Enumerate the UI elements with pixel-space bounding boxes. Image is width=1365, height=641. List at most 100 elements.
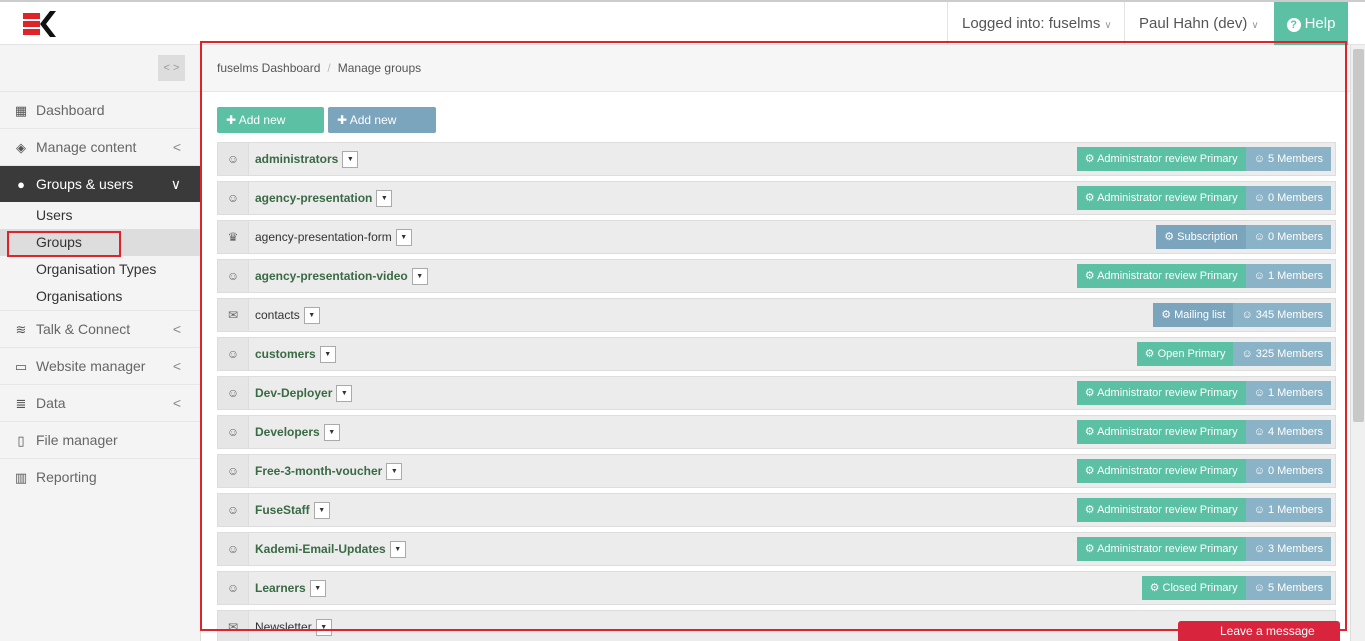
sidebar-item-website-manager[interactable]: ▭ Website manager < [0, 347, 201, 384]
group-type-badge[interactable]: ⚙ Administrator review Primary [1076, 420, 1246, 444]
group-name-link[interactable]: agency-presentation ▼ [255, 182, 393, 214]
user-dropdown[interactable]: Paul Hahn (dev) ∨ [1124, 2, 1273, 45]
group-row[interactable]: ☺ administrators ▼ ⚙ Administrator review P… [217, 142, 1336, 176]
account-dropdown[interactable]: Logged into: fuselms ∨ [947, 2, 1126, 45]
help-label: Help [1304, 15, 1336, 32]
group-members-badge[interactable]: ☺ 0 Members [1245, 186, 1331, 210]
group-type-badge[interactable]: ⚙ Administrator review Primary [1076, 381, 1246, 405]
group-name: agency-presentation [255, 191, 373, 205]
group-row[interactable]: ☺ Dev-Deployer ▼ ⚙ Administrator review Pri… [217, 376, 1336, 410]
breadcrumb-home-link[interactable]: fuselms Dashboard [217, 61, 320, 75]
group-members-badge[interactable]: ☺ 1 Members [1245, 381, 1331, 405]
group-badges: ⚙ Administrator review Primary ☺ 0 Member… [1076, 186, 1331, 210]
group-row[interactable]: ☺ customers ▼ ⚙ Open Primary ☺ 325 Members [217, 337, 1336, 371]
group-type-badge[interactable]: ⚙ Subscription [1156, 225, 1246, 249]
sidebar-item-file-manager[interactable]: ▯ File manager [0, 421, 201, 458]
group-row[interactable]: ☺ Free-3-month-voucher ▼ ⚙ Administrator re… [217, 454, 1336, 488]
logo[interactable] [18, 9, 58, 39]
group-badges: ⚙ Administrator review Primary ☺ 1 Member… [1076, 264, 1331, 288]
group-members-badge[interactable]: ☺ 1 Members [1245, 264, 1331, 288]
group-options-dropdown[interactable]: ▼ [313, 502, 330, 520]
sidebar-item-groups-users[interactable]: ● Groups & users ∨ [0, 165, 201, 202]
group-type-badge[interactable]: ⚙ Administrator review Primary [1076, 537, 1246, 561]
scrollbar-thumb[interactable] [1353, 49, 1364, 422]
group-name: administrators [255, 152, 339, 166]
sidebar-item-label: Website manager [36, 358, 146, 374]
group-options-dropdown[interactable]: ▼ [323, 424, 340, 442]
group-options-dropdown[interactable]: ▼ [386, 463, 403, 481]
group-name-link[interactable]: agency-presentation-video ▼ [255, 260, 428, 292]
group-members-badge[interactable]: ☺ 5 Members [1245, 576, 1331, 600]
sidebar-item-reporting[interactable]: ▥ Reporting [0, 458, 201, 495]
group-type-badge[interactable]: ⚙ Administrator review Primary [1076, 459, 1246, 483]
submenu-item-users[interactable]: Users [0, 202, 201, 229]
group-row[interactable]: ☺ Developers ▼ ⚙ Administrator review Prima… [217, 415, 1336, 449]
group-type-badge[interactable]: ⚙ Open Primary [1136, 342, 1234, 366]
group-options-dropdown[interactable]: ▼ [309, 580, 326, 598]
group-type-badge[interactable]: ⚙ Administrator review Primary [1076, 498, 1246, 522]
sidebar-menu: ▦ Dashboard ◈ Manage content < ● Groups … [0, 91, 201, 495]
group-type-badge[interactable]: ⚙ Administrator review Primary [1076, 264, 1246, 288]
group-members-badge[interactable]: ☺ 0 Members [1245, 459, 1331, 483]
users-icon: ☺ [218, 455, 249, 487]
group-row[interactable]: ☺ Learners ▼ ⚙ Closed Primary ☺ 5 Members [217, 571, 1336, 605]
group-options-dropdown[interactable]: ▼ [411, 268, 428, 286]
chevron-left-icon: < [172, 395, 181, 411]
group-type-badge[interactable]: ⚙ Closed Primary [1141, 576, 1246, 600]
users-icon: ☺ [218, 143, 249, 175]
sidebar-collapse-button[interactable]: < > [158, 55, 185, 81]
group-row[interactable]: ✉ contacts ▼ ⚙ Mailing list ☺ 345 Members [217, 298, 1336, 332]
group-name-link[interactable]: customers ▼ [255, 338, 336, 370]
leave-message-button[interactable]: Leave a message [1178, 621, 1340, 641]
group-options-dropdown[interactable]: ▼ [336, 385, 353, 403]
group-members-badge[interactable]: ☺ 345 Members [1233, 303, 1331, 327]
submenu-item-organisations[interactable]: Organisations [0, 283, 201, 310]
group-row[interactable]: ☺ FuseStaff ▼ ⚙ Administrator review Primar… [217, 493, 1336, 527]
sidebar-item-dashboard[interactable]: ▦ Dashboard [0, 91, 201, 128]
sidebar-item-talk-connect[interactable]: ≋ Talk & Connect < [0, 310, 201, 347]
group-options-dropdown[interactable]: ▼ [376, 190, 393, 208]
group-name-link[interactable]: Free-3-month-voucher ▼ [255, 455, 403, 487]
submenu-item-organisation-types[interactable]: Organisation Types [0, 256, 201, 283]
sidebar-item-label: Data [36, 395, 66, 411]
group-name-link[interactable]: Kademi-Email-Updates ▼ [255, 533, 406, 565]
group-name-link[interactable]: Dev-Deployer ▼ [255, 377, 353, 409]
add-folder-button[interactable]: ✚ Add new folder [328, 107, 436, 153]
sidebar-item-data[interactable]: ≣ Data < [0, 384, 201, 421]
group-options-dropdown[interactable]: ▼ [342, 151, 359, 169]
scrollbar[interactable] [1350, 45, 1365, 641]
group-row[interactable]: ♛ agency-presentation-form ▼ ⚙ Subscription… [217, 220, 1336, 254]
group-options-dropdown[interactable]: ▼ [389, 541, 406, 559]
group-type-badge[interactable]: ⚙ Administrator review Primary [1076, 147, 1246, 171]
group-options-dropdown[interactable]: ▼ [395, 229, 412, 247]
group-members-badge[interactable]: ☺ 1 Members [1245, 498, 1331, 522]
group-name-link[interactable]: Newsletter ▼ [255, 611, 332, 641]
group-options-dropdown[interactable]: ▼ [303, 307, 320, 325]
group-name-link[interactable]: FuseStaff ▼ [255, 494, 330, 526]
group-name-link[interactable]: contacts ▼ [255, 299, 320, 331]
group-row[interactable]: ☺ agency-presentation-video ▼ ⚙ Administrat… [217, 259, 1336, 293]
group-options-dropdown[interactable]: ▼ [319, 346, 336, 364]
group-name-link[interactable]: agency-presentation-form ▼ [255, 221, 412, 253]
group-badges: ⚙ Administrator review Primary ☺ 5 Member… [1076, 147, 1331, 171]
chevron-down-icon: ∨ [1251, 20, 1259, 31]
users-icon: ☺ [218, 494, 249, 526]
group-type-badge[interactable]: ⚙ Mailing list [1153, 303, 1234, 327]
group-members-badge[interactable]: ☺ 0 Members [1245, 225, 1331, 249]
group-row[interactable]: ✉ Newsletter ▼ [217, 610, 1336, 641]
group-row[interactable]: ☺ Kademi-Email-Updates ▼ ⚙ Administrator re… [217, 532, 1336, 566]
group-row[interactable]: ☺ agency-presentation ▼ ⚙ Administrator rev… [217, 181, 1336, 215]
group-members-badge[interactable]: ☺ 5 Members [1245, 147, 1331, 171]
group-type-badge[interactable]: ⚙ Administrator review Primary [1076, 186, 1246, 210]
help-button[interactable]: ? Help [1274, 2, 1348, 45]
group-name-link[interactable]: administrators ▼ [255, 143, 359, 175]
group-members-badge[interactable]: ☺ 4 Members [1245, 420, 1331, 444]
group-members-badge[interactable]: ☺ 325 Members [1233, 342, 1331, 366]
sidebar-item-manage-content[interactable]: ◈ Manage content < [0, 128, 201, 165]
group-members-badge[interactable]: ☺ 3 Members [1245, 537, 1331, 561]
group-name-link[interactable]: Learners ▼ [255, 572, 326, 604]
group-options-dropdown[interactable]: ▼ [315, 619, 332, 637]
group-name-link[interactable]: Developers ▼ [255, 416, 340, 448]
add-group-button[interactable]: ✚ Add new group [217, 107, 324, 153]
group-name: Dev-Deployer [255, 386, 333, 400]
